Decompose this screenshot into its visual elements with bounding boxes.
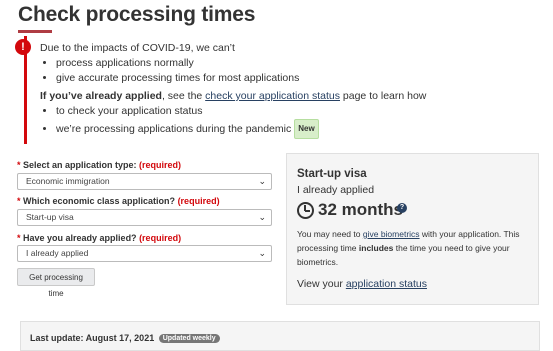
alert-list: process applications normally give accur… — [40, 56, 299, 86]
economic-class-label: * Which economic class application? (req… — [17, 196, 220, 206]
already-applied-select[interactable]: I already applied ⌄ — [17, 245, 272, 262]
list-item: give accurate processing times for most … — [56, 71, 299, 86]
list-item: process applications normally — [56, 56, 299, 71]
processing-time: 32 months — [318, 200, 404, 219]
chevron-down-icon: ⌄ — [258, 212, 266, 222]
get-processing-time-button[interactable]: Get processing time — [17, 268, 95, 298]
alert-intro: Due to the impacts of COVID-19, we can’t — [40, 42, 235, 54]
check-status-link[interactable]: check your application status — [205, 90, 340, 102]
economic-class-select[interactable]: Start-up visa ⌄ — [17, 209, 272, 226]
question-icon[interactable]: ? — [397, 203, 407, 213]
result-title: Start-up visa — [297, 168, 367, 180]
biometrics-note: You may need to give biometrics with you… — [297, 229, 520, 267]
list-item: we’re processing applications during the… — [56, 119, 319, 139]
updated-weekly-badge: Updated weekly — [158, 334, 220, 343]
application-type-label: * Select an application type: (required) — [17, 160, 182, 170]
result-subtitle: I already applied — [297, 184, 375, 196]
already-applied-label: * Have you already applied? (required) — [17, 233, 182, 243]
new-badge: New — [294, 119, 319, 139]
title-underline — [18, 30, 52, 33]
page-title: Check processing times — [18, 3, 256, 26]
view-status-text: View your application status — [297, 278, 427, 290]
already-applied-text: If you’ve already applied, see the check… — [40, 90, 427, 102]
already-applied-bold: If you’ve already applied — [40, 90, 162, 102]
clock-icon — [297, 202, 314, 219]
chevron-down-icon: ⌄ — [258, 248, 266, 258]
application-status-link[interactable]: application status — [346, 278, 427, 290]
chevron-down-icon: ⌄ — [258, 176, 266, 186]
last-update-text: Last update: August 17, 2021 Updated wee… — [30, 333, 220, 343]
list-item: to check your application status — [56, 103, 319, 119]
last-update-bar: Last update: August 17, 2021 Updated wee… — [20, 321, 540, 351]
give-biometrics-link[interactable]: give biometrics — [363, 229, 420, 239]
alert-list-2: to check your application status we’re p… — [40, 103, 319, 139]
result-panel: Start-up visa I already applied 32 month… — [286, 153, 539, 305]
exclamation-circle-icon: ! — [15, 39, 31, 55]
application-type-select[interactable]: Economic immigration ⌄ — [17, 173, 272, 190]
